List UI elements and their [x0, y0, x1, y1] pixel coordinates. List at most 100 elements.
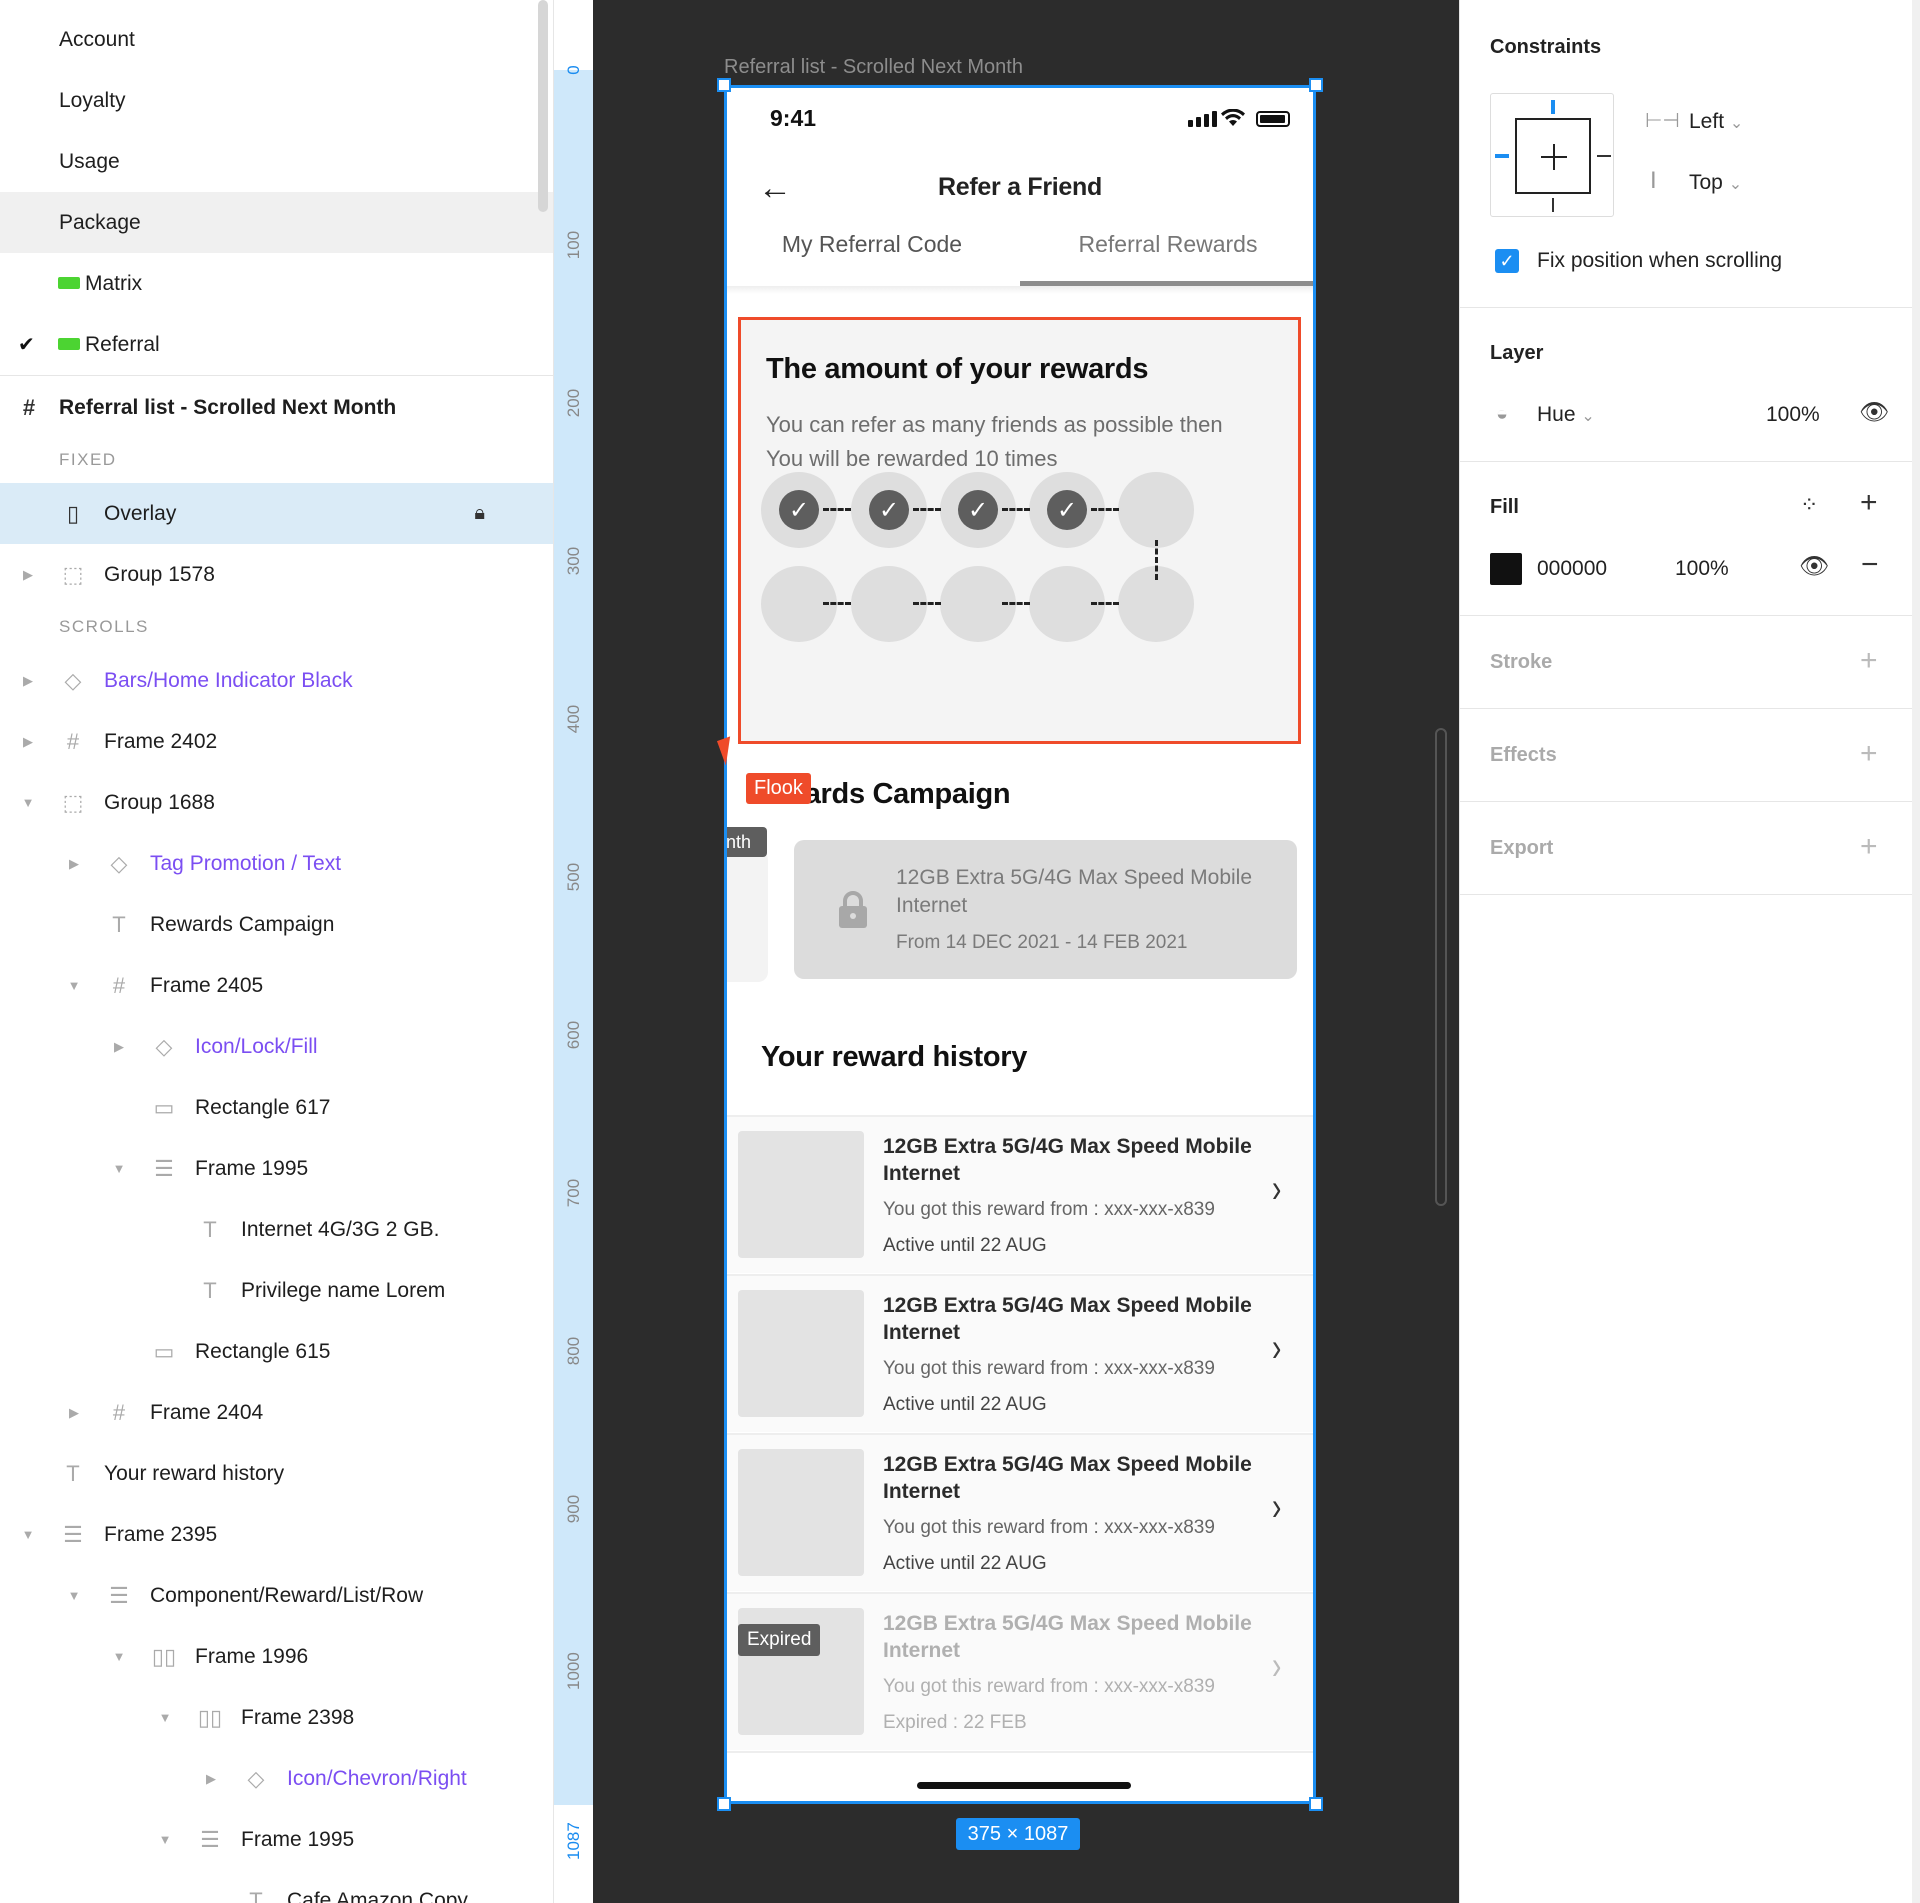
chevron-right-icon[interactable]: › [1272, 1485, 1281, 1530]
layer-label: Your reward history [104, 1461, 285, 1485]
collapse-arrow-icon[interactable]: ▼ [155, 1710, 175, 1725]
properties-scrollbar[interactable] [1912, 0, 1920, 1903]
fill-color-swatch[interactable] [1490, 553, 1522, 585]
layers-scrollbar[interactable] [538, 0, 548, 212]
expand-arrow-icon[interactable]: ▶ [201, 1771, 221, 1787]
ruler-tick: 200 [564, 388, 583, 418]
layer-row-frame-2404[interactable]: ▶ # Frame 2404 [0, 1382, 553, 1443]
layer-row-reward-history[interactable]: T Your reward history [0, 1443, 553, 1504]
fix-position-checkbox[interactable]: ✓ [1495, 249, 1519, 273]
campaign-card[interactable]: 12GB Extra 5G/4G Max Speed Mobile Intern… [794, 840, 1297, 979]
reward-history-row-expired[interactable]: Expired 12GB Extra 5G/4G Max Speed Mobil… [724, 1592, 1316, 1750]
layer-label: Frame 1995 [241, 1827, 355, 1851]
tab-my-referral-code[interactable]: My Referral Code [724, 231, 1020, 258]
layer-row-internet-text[interactable]: T Internet 4G/3G 2 GB. [0, 1199, 553, 1260]
fill-hex-input[interactable]: 000000 [1537, 557, 1607, 581]
layer-row-group-1578[interactable]: ▶ ⬚ Group 1578 [0, 544, 553, 605]
layer-row-icon-lock[interactable]: ▶ ◇ Icon/Lock/Fill [0, 1016, 553, 1077]
remove-fill-icon[interactable]: − [1861, 548, 1879, 582]
page-item-referral[interactable]: ✔ Referral [0, 314, 553, 375]
layer-row-home-indicator[interactable]: ▶ ◇ Bars/Home Indicator Black [0, 650, 553, 711]
layer-row-cafe-amazon[interactable]: T Cafe Amazon Copy [0, 1870, 553, 1903]
tab-referral-rewards[interactable]: Referral Rewards [1020, 231, 1316, 258]
layer-row-frame-2405[interactable]: ▼ # Frame 2405 [0, 955, 553, 1016]
collapse-arrow-icon[interactable]: ▼ [64, 1588, 84, 1603]
expand-arrow-icon[interactable]: ▶ [18, 734, 38, 750]
expand-arrow-icon[interactable]: ▶ [64, 856, 84, 872]
eye-icon[interactable]: 👁︎ [1859, 398, 1889, 427]
resize-handle[interactable] [1309, 78, 1323, 92]
add-fill-icon[interactable]: + [1860, 486, 1878, 520]
rewards-progress-card[interactable]: The amount of your rewards You can refer… [738, 317, 1301, 744]
canvas[interactable]: Referral list - Scrolled Next Month 9:41… [593, 0, 1459, 1903]
add-stroke-icon[interactable]: + [1860, 644, 1878, 678]
layer-row-frame-2398[interactable]: ▼ ▯▯ Frame 2398 [0, 1687, 553, 1748]
collapse-arrow-icon[interactable]: ▼ [109, 1161, 129, 1176]
fill-opacity-input[interactable]: 100% [1675, 557, 1729, 581]
phone-frame[interactable]: 9:41 ← Refer a Friend My Referral Code R… [724, 85, 1316, 1804]
constraint-right-marker[interactable] [1597, 155, 1611, 157]
expand-arrow-icon[interactable]: ▶ [109, 1039, 129, 1055]
collapse-arrow-icon[interactable]: ▼ [64, 978, 84, 993]
layer-opacity-input[interactable]: 100% [1766, 403, 1820, 427]
collapse-arrow-icon[interactable]: ▼ [155, 1832, 175, 1847]
blend-mode-select[interactable]: Hue ⌄ [1537, 403, 1595, 427]
add-export-icon[interactable]: + [1860, 830, 1878, 864]
canvas-scrollbar[interactable] [1435, 728, 1447, 1206]
layer-row-frame-1995-b[interactable]: ▼ ☰ Frame 1995 [0, 1809, 553, 1870]
reward-history-row[interactable]: 12GB Extra 5G/4G Max Speed Mobile Intern… [724, 1433, 1316, 1591]
vertical-constraint-select[interactable]: Top ⌄ [1689, 171, 1742, 195]
layer-row-frame-1996[interactable]: ▼ ▯▯ Frame 1996 [0, 1626, 553, 1687]
layer-row-tag-promotion[interactable]: ▶ ◇ Tag Promotion / Text [0, 833, 553, 894]
previous-campaign-card[interactable] [724, 850, 768, 982]
reward-history-row[interactable]: 12GB Extra 5G/4G Max Speed Mobile Intern… [724, 1115, 1316, 1273]
expand-arrow-icon[interactable]: ▶ [18, 673, 38, 689]
constraint-top-marker[interactable] [1551, 100, 1555, 114]
home-indicator [917, 1782, 1131, 1789]
styles-grid-icon[interactable]: ⁘ [1800, 492, 1818, 518]
resize-handle[interactable] [717, 78, 731, 92]
eye-icon[interactable]: 👁︎ [1799, 552, 1829, 581]
chevron-right-icon[interactable]: › [1272, 1167, 1281, 1212]
layer-row-rectangle-615[interactable]: ▭ Rectangle 615 [0, 1321, 553, 1382]
layer-row-overlay[interactable]: ▯ Overlay 🔒︎ [0, 483, 553, 544]
collapse-arrow-icon[interactable]: ▼ [18, 795, 38, 810]
layer-frame-root[interactable]: # Referral list - Scrolled Next Month [0, 377, 553, 438]
chevron-right-icon[interactable]: › [1272, 1326, 1281, 1371]
page-item-package[interactable]: Package [0, 192, 553, 253]
page-item-loyalty[interactable]: Loyalty [0, 70, 553, 131]
frame-icon: # [112, 1399, 126, 1425]
constraint-bottom-marker[interactable] [1552, 198, 1554, 212]
collapse-arrow-icon[interactable]: ▼ [109, 1649, 129, 1664]
stroke-title: Stroke [1490, 651, 1553, 673]
constraints-widget[interactable] [1490, 93, 1614, 217]
page-item-account[interactable]: Account [0, 9, 553, 70]
horizontal-constraint-select[interactable]: Left ⌄ [1689, 110, 1743, 134]
layer-row-icon-chevron[interactable]: ▶ ◇ Icon/Chevron/Right [0, 1748, 553, 1809]
collapse-arrow-icon[interactable]: ▼ [18, 1527, 38, 1542]
reward-history-row[interactable]: 12GB Extra 5G/4G Max Speed Mobile Intern… [724, 1274, 1316, 1432]
layer-row-frame-2402[interactable]: ▶ # Frame 2402 [0, 711, 553, 772]
lock-icon[interactable]: 🔒︎ [474, 502, 485, 525]
layer-row-frame-2395[interactable]: ▼ ☰ Frame 2395 [0, 1504, 553, 1565]
rectangle-icon: ▯ [66, 500, 80, 526]
expand-arrow-icon[interactable]: ▶ [18, 567, 38, 583]
layer-label: Group 1688 [104, 790, 215, 814]
resize-handle[interactable] [717, 1797, 731, 1811]
reward-name: 12GB Extra 5G/4G Max Speed Mobile Intern… [883, 1135, 1252, 1185]
layer-row-rectangle-617[interactable]: ▭ Rectangle 617 [0, 1077, 553, 1138]
frame-title[interactable]: Referral list - Scrolled Next Month [724, 56, 1023, 79]
layer-row-privilege-text[interactable]: T Privilege name Lorem [0, 1260, 553, 1321]
expand-arrow-icon[interactable]: ▶ [64, 1405, 84, 1421]
page-item-usage[interactable]: Usage [0, 131, 553, 192]
add-effect-icon[interactable]: + [1860, 737, 1878, 771]
layer-row-reward-list-row[interactable]: ▼ ☰ Component/Reward/List/Row [0, 1565, 553, 1626]
chevron-right-icon[interactable]: › [1272, 1644, 1281, 1689]
layer-row-frame-1995[interactable]: ▼ ☰ Frame 1995 [0, 1138, 553, 1199]
constraint-left-marker[interactable] [1495, 154, 1509, 158]
page-item-matrix[interactable]: Matrix [0, 253, 553, 314]
layer-row-group-1688[interactable]: ▼ ⬚ Group 1688 [0, 772, 553, 833]
layer-row-rewards-campaign[interactable]: T Rewards Campaign [0, 894, 553, 955]
resize-handle[interactable] [1309, 1797, 1323, 1811]
check-icon: ✓ [869, 490, 909, 530]
